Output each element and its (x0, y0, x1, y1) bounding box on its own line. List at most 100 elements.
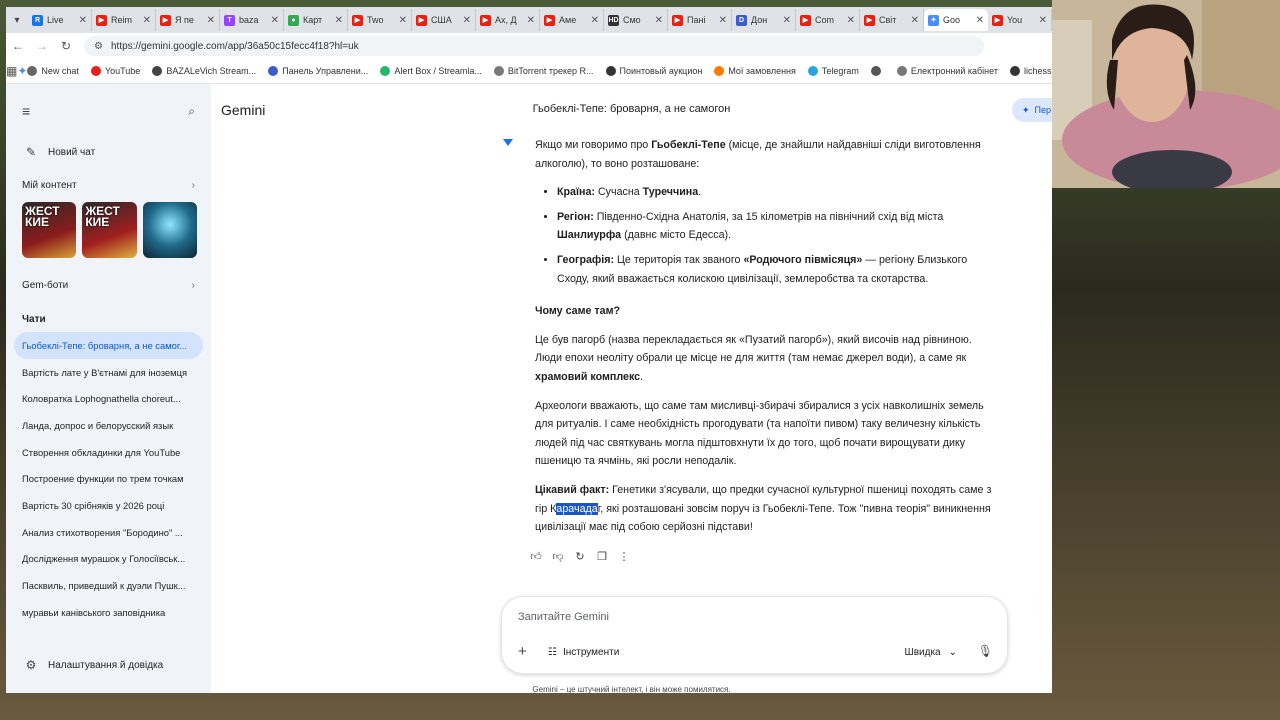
bookmark-item[interactable]: lichess.org • Беспла... (1009, 66, 1052, 76)
browser-tab[interactable]: ▶ Світ ✕ (860, 9, 924, 31)
bookmark-item[interactable]: BAZALeVich Stream... (152, 66, 256, 76)
close-tab-icon[interactable]: ✕ (783, 15, 791, 26)
browser-tab[interactable]: ▶ Com ✕ (796, 9, 860, 31)
bookmark-item[interactable] (870, 66, 885, 76)
url-field[interactable]: ⚙ https://gemini.google.com/app/36a50c15… (84, 36, 984, 56)
bookmark-item[interactable]: New chat (27, 66, 79, 76)
close-tab-icon[interactable]: ✕ (271, 15, 279, 26)
chevron-down-icon: ⌄ (948, 647, 957, 658)
tools-button[interactable]: ☷ Інструменти (548, 647, 619, 658)
browser-tab[interactable]: Tbaza ✕ (220, 9, 284, 31)
forward-icon[interactable]: → (30, 39, 54, 53)
upgrade-button[interactable]: ✦ Пер (1012, 98, 1052, 122)
close-tab-icon[interactable]: ✕ (911, 15, 919, 26)
tab-favicon-icon: ▶ (544, 14, 555, 26)
settings-label: Налаштування й довідка (48, 659, 164, 671)
regenerate-icon[interactable]: ↻ (573, 550, 587, 563)
chat-list-item[interactable]: муравьи канівського заповідника (6, 599, 211, 626)
settings-help-button[interactable]: ⚙ Налаштування й довідка (6, 651, 211, 679)
browser-tab[interactable]: ▶ Пані ✕ (668, 9, 732, 31)
browser-tab[interactable]: ▶ Reim ✕ (92, 9, 156, 31)
browser-tab[interactable]: ▶ Two ✕ (348, 9, 412, 31)
apps-grid-icon[interactable]: ▦ (6, 64, 17, 78)
close-tab-icon[interactable]: ✕ (463, 15, 471, 26)
bookmark-favicon-icon (807, 66, 818, 76)
browser-tab[interactable]: D Дон ✕ (732, 9, 796, 31)
bookmark-item[interactable]: BitTorrent трекер R... (493, 66, 594, 76)
bookmark-item[interactable]: Telegram (807, 66, 859, 76)
browser-tab[interactable]: ▶ США ✕ (412, 9, 476, 31)
close-tab-icon[interactable]: ✕ (847, 15, 855, 26)
chat-list-item[interactable]: Ланда, допрос и белорусский язык (6, 412, 211, 439)
bookmark-item[interactable]: Панель Управлени... (268, 66, 368, 76)
tab-search-icon[interactable]: ▾ (6, 15, 28, 26)
prompt-input[interactable]: Запитайте Gemini (518, 611, 609, 623)
back-icon[interactable]: ← (6, 39, 30, 53)
browser-tab[interactable]: ▶ Ах, Д ✕ (476, 9, 540, 31)
browser-tab[interactable]: ● Карт ✕ (284, 9, 348, 31)
bookmark-item[interactable]: Мої замовлення (714, 66, 796, 76)
prompt-composer[interactable]: Запитайте Gemini + ☷ Інструменти Швидка ⌄ … (501, 596, 1008, 674)
response-expand-icon[interactable] (503, 139, 513, 146)
chat-list-item[interactable]: Построение функции по трем точкам (6, 465, 211, 492)
sparkle-icon: ✦ (1022, 104, 1030, 115)
browser-tab[interactable]: HD Смо ✕ (604, 9, 668, 31)
bookmark-item[interactable]: Alert Box / Streamla... (380, 66, 482, 76)
close-tab-icon[interactable]: ✕ (976, 15, 984, 26)
chat-list-item[interactable]: Коловратка Lophognathella choreut... (6, 385, 211, 412)
close-tab-icon[interactable]: ✕ (399, 15, 407, 26)
bookmark-item[interactable]: Електронний кабінет (896, 66, 998, 76)
chat-list-item[interactable]: Вартість 30 срібняків у 2026 році (6, 492, 211, 519)
gemini-bookmark-icon[interactable]: ✦ (17, 64, 27, 78)
chat-list-item[interactable]: Створення обкладинки для YouTube (6, 439, 211, 466)
search-icon[interactable]: ⌕ (188, 104, 195, 119)
thumbs-down-icon[interactable]: 👎︎ (551, 550, 565, 563)
close-tab-icon[interactable]: ✕ (591, 15, 599, 26)
close-tab-icon[interactable]: ✕ (335, 15, 343, 26)
tab-favicon-icon: ▶ (480, 14, 491, 26)
chat-list-item[interactable]: Анализ стихотворения "Бородино" ... (6, 519, 211, 546)
browser-tab[interactable]: R Live ✕ (28, 9, 92, 31)
bookmark-favicon-icon (605, 66, 616, 76)
content-thumbnail[interactable] (142, 202, 197, 258)
new-chat-label: Новий чат (48, 146, 96, 158)
close-tab-icon[interactable]: ✕ (527, 15, 535, 26)
tab-label: Світ (879, 15, 897, 25)
microphone-icon[interactable]: 🎙︎ (978, 644, 993, 658)
close-tab-icon[interactable]: ✕ (207, 15, 215, 26)
close-tab-icon[interactable]: ✕ (655, 15, 663, 26)
chat-list-item[interactable]: Вартість лате у В'єтнамі для іноземця (6, 359, 211, 386)
close-tab-icon[interactable]: ✕ (143, 15, 151, 26)
chat-list-item[interactable]: Гьобеклі-Тепе: броварня, а не самог... (14, 332, 203, 359)
chat-list-item[interactable]: Пасквиль, приведший к дуэли Пушк... (6, 572, 211, 599)
browser-tab[interactable]: ✦ Goo ✕ (924, 9, 988, 31)
tab-favicon-icon: ▶ (352, 14, 363, 26)
conversation-title[interactable]: Гьобеклі-Тепе: броварня, а не самогон (211, 103, 1052, 115)
site-info-icon[interactable]: ⚙ (94, 41, 103, 52)
bookmark-favicon-icon (493, 66, 504, 76)
gems-section[interactable]: Gem-боти › (6, 272, 211, 298)
tab-favicon-icon: ▶ (864, 14, 875, 26)
menu-icon[interactable]: ≡ (22, 103, 30, 119)
thumbs-up-icon[interactable]: 👍︎ (529, 550, 543, 563)
more-options-icon[interactable]: ⋮ (617, 550, 631, 563)
close-tab-icon[interactable]: ✕ (1039, 15, 1047, 26)
browser-tab[interactable]: ▶ Я пе ✕ (156, 9, 220, 31)
browser-tab[interactable]: ▶ Аме ✕ (540, 9, 604, 31)
new-chat-button[interactable]: ✎ Новий чат (6, 138, 211, 166)
add-icon[interactable]: + (518, 643, 527, 660)
bookmark-favicon-icon (90, 66, 101, 76)
browser-tab[interactable]: ▶ You ✕ (988, 9, 1052, 31)
content-thumbnail[interactable]: ЖЕСТ КИЕ (82, 202, 137, 258)
tab-label: Дон (751, 15, 768, 25)
close-tab-icon[interactable]: ✕ (719, 15, 727, 26)
content-thumbnail[interactable]: ЖЕСТ КИЕ (22, 202, 77, 258)
my-content-section[interactable]: Мій контент › (6, 172, 211, 198)
reload-icon[interactable]: ↻ (54, 39, 78, 53)
model-selector[interactable]: Швидка ⌄ (905, 647, 957, 658)
copy-icon[interactable]: ❐ (595, 550, 609, 563)
bookmark-item[interactable]: Поинтовый аукцион (605, 66, 702, 76)
close-tab-icon[interactable]: ✕ (79, 15, 87, 26)
chat-list-item[interactable]: Дослідження мурашок у Голосіївськ... (6, 546, 211, 573)
bookmark-item[interactable]: YouTube (90, 66, 140, 76)
